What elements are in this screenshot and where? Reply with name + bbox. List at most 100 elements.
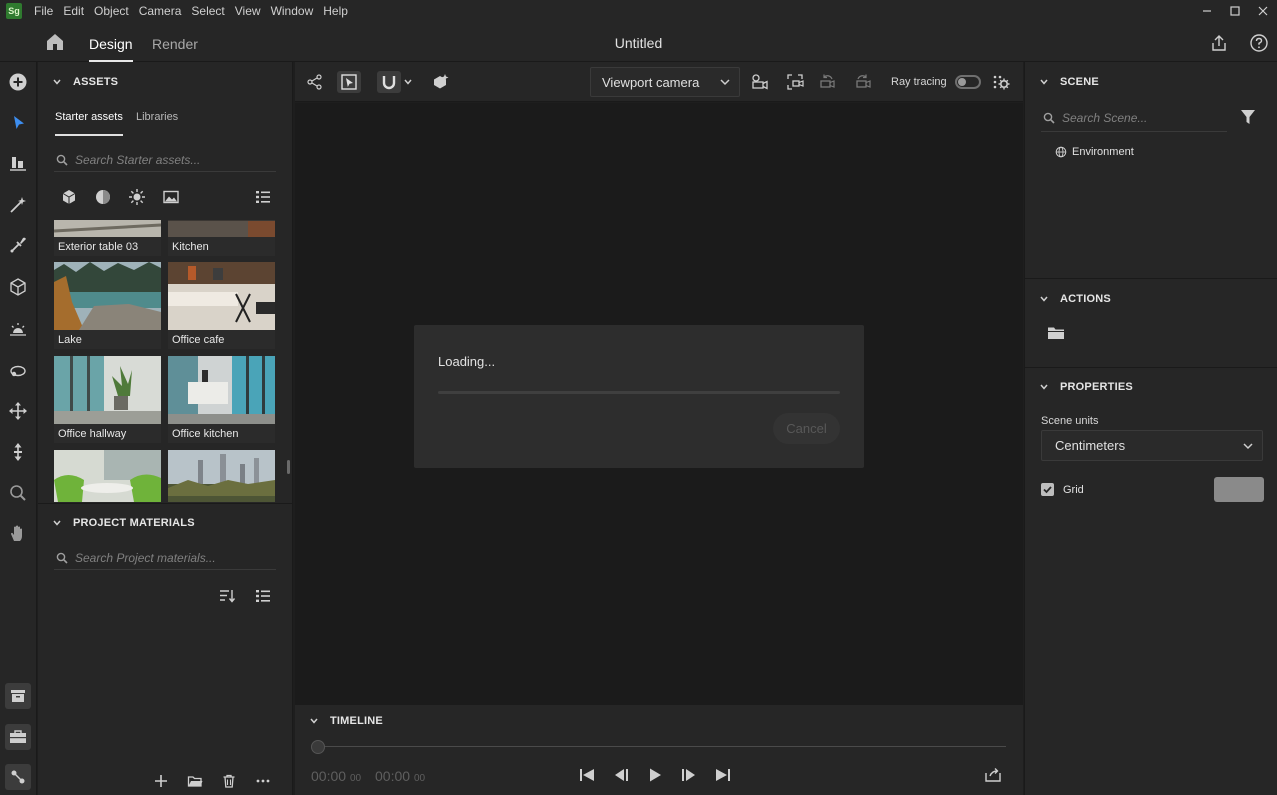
export-icon[interactable] [983,766,1003,784]
scene-units-select[interactable]: Centimeters [1041,430,1263,461]
skip-to-end-icon[interactable] [713,766,733,784]
minimize-icon[interactable] [1193,0,1221,22]
light-icon[interactable] [7,319,29,341]
skip-to-start-icon[interactable] [577,766,597,784]
camera-undo-icon[interactable] [816,71,840,93]
asset-tile[interactable] [168,450,275,502]
assets-search-input[interactable] [75,152,265,167]
trash-icon[interactable] [219,771,239,791]
help-icon[interactable] [1249,33,1269,53]
cube-icon[interactable] [7,276,29,298]
add-icon[interactable] [151,771,171,791]
lights-filter-icon[interactable] [128,188,146,206]
assets-scrollbar-thumb[interactable] [287,460,290,474]
timeline-scrubber-handle[interactable] [311,740,325,754]
asset-thumbnail [168,262,275,330]
properties-header[interactable]: PROPERTIES [1039,377,1133,397]
scene-graph-icon[interactable] [5,764,31,790]
list-view-icon[interactable] [254,188,272,206]
asset-thumbnail [54,262,161,330]
asset-thumbnail [168,356,275,424]
images-filter-icon[interactable] [162,188,180,206]
grid-checkbox[interactable] [1041,483,1054,496]
menu-select[interactable]: Select [187,0,230,22]
align-icon[interactable] [7,152,29,174]
folder-open-icon[interactable] [185,771,205,791]
cancel-button[interactable]: Cancel [773,413,840,444]
select-arrow-icon[interactable] [7,112,29,134]
models-filter-icon[interactable] [60,188,78,206]
menu-help[interactable]: Help [319,0,354,22]
assets-header[interactable]: ASSETS [52,72,118,92]
menu-file[interactable]: File [30,0,59,22]
asset-label: Office hallway [58,428,127,440]
archive-icon[interactable] [5,683,31,709]
asset-tile[interactable]: Lake [54,262,161,349]
menu-object[interactable]: Object [90,0,135,22]
eyedropper-icon[interactable] [7,234,29,256]
zoom-icon[interactable] [7,482,29,504]
timeline-header[interactable]: TIMELINE [309,711,383,731]
share-nodes-icon[interactable] [303,71,327,93]
tab-libraries[interactable]: Libraries [136,111,178,123]
project-materials-search-input[interactable] [75,550,265,565]
scene-header[interactable]: SCENE [1039,72,1099,92]
camera-redo-icon[interactable] [852,71,876,93]
actions-header[interactable]: ACTIONS [1039,289,1111,309]
menu-window[interactable]: Window [267,0,320,22]
orbit-icon[interactable] [7,360,29,382]
tab-render[interactable]: Render [152,22,198,62]
home-icon[interactable] [44,32,66,52]
grid-color-swatch[interactable] [1214,477,1264,502]
viewport-canvas[interactable]: Loading... Cancel [295,103,1023,705]
project-materials-header[interactable]: PROJECT MATERIALS [52,513,195,533]
chevron-down-icon [53,79,61,85]
add-icon[interactable] [7,71,29,93]
asset-tile[interactable]: Office cafe [168,262,275,349]
asset-tile[interactable]: Office hallway [54,356,161,443]
magic-wand-icon[interactable] [7,194,29,216]
camera-frame-icon[interactable] [784,71,808,93]
tab-starter-assets[interactable]: Starter assets [55,111,123,136]
scene-search-input[interactable] [1062,110,1222,125]
globe-icon [1055,146,1067,158]
tab-design[interactable]: Design [89,22,133,62]
step-forward-icon[interactable] [679,766,699,784]
filter-icon[interactable] [1239,108,1257,126]
scene-item-environment[interactable]: Environment [1055,146,1134,158]
materials-filter-icon[interactable] [94,188,112,206]
dolly-icon[interactable] [7,441,29,463]
assets-search [54,148,276,172]
hand-pan-icon[interactable] [7,522,29,544]
menu-edit[interactable]: Edit [59,0,90,22]
ray-tracing-toggle[interactable] [955,75,981,89]
close-icon[interactable] [1249,0,1277,22]
asset-tile[interactable]: Office kitchen [168,356,275,443]
maximize-icon[interactable] [1221,0,1249,22]
asset-tile[interactable] [54,450,161,502]
sort-icon[interactable] [218,587,236,605]
play-icon[interactable] [645,766,665,784]
menu-view[interactable]: View [231,0,267,22]
magnet-icon[interactable] [377,71,401,93]
asset-label: Exterior table 03 [58,241,139,253]
viewport-camera-select[interactable]: Viewport camera [590,67,740,97]
drop-to-ground-icon[interactable] [429,71,453,93]
chevron-down-icon[interactable] [401,71,415,93]
share-icon[interactable] [1209,33,1229,53]
end-time: 00:00 00 [375,768,425,784]
menu-camera[interactable]: Camera [135,0,188,22]
asset-tile[interactable]: Kitchen [168,220,275,256]
toolbox-icon[interactable] [5,724,31,750]
more-options-icon[interactable] [253,771,273,791]
list-view-icon[interactable] [254,587,272,605]
timeline-scrubber-track[interactable] [318,746,1006,747]
render-settings-icon[interactable] [989,71,1013,93]
frame-select-icon[interactable] [337,71,361,93]
current-time: 00:00 00 [311,768,361,784]
move-icon[interactable] [7,400,29,422]
folder-icon[interactable] [1047,325,1065,341]
camera-add-icon[interactable] [748,71,772,93]
step-back-icon[interactable] [611,766,631,784]
asset-tile[interactable]: Exterior table 03 [54,220,161,256]
